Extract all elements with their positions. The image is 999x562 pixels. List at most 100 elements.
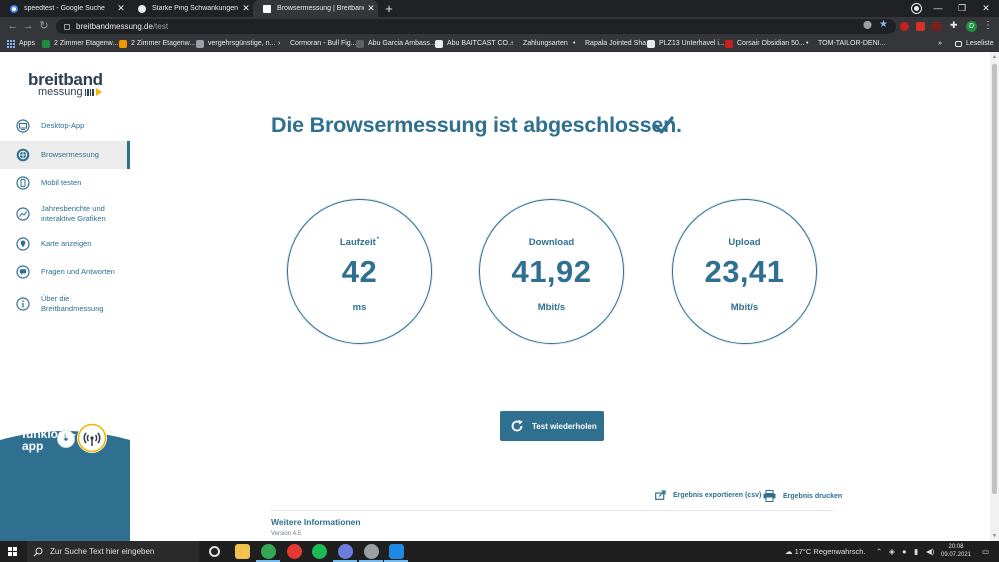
bookmark-item[interactable]: • Zahlungsarten [511, 36, 568, 51]
sidebar-item-ueber[interactable]: Über die Breitbandmessung [0, 289, 130, 319]
tab-title: Browsermessung | Breitbandmes [277, 5, 364, 12]
task-view-icon[interactable] [209, 546, 220, 557]
bookmark-label: Abu Garcia Ambass... [368, 40, 436, 47]
close-icon[interactable]: ✕ [239, 3, 253, 14]
reading-list-label: Leseliste [966, 40, 994, 47]
bookmark-label: TOM-TAILOR-DENI... [818, 40, 886, 47]
bookmarks-overflow-icon[interactable]: » [938, 36, 942, 51]
bookmark-item[interactable]: • TOM-TAILOR-DENI... [806, 36, 885, 51]
bookmark-favicon-icon: › [278, 39, 281, 47]
funkloch-app-text[interactable]: funkloch- app [22, 428, 76, 452]
weather-widget[interactable]: ☁ 17°C Regenwahrsch. [785, 541, 866, 562]
breitbandmessung-logo[interactable]: breitband messung [28, 70, 108, 98]
app-icon[interactable] [364, 544, 379, 559]
volume-icon[interactable]: ◀) [926, 541, 934, 562]
profile-icon[interactable] [912, 4, 921, 13]
window-close-icon[interactable]: ✕ [974, 0, 998, 17]
tray-icon[interactable]: ◈ [889, 541, 895, 562]
battery-icon[interactable]: ▮ [914, 541, 918, 562]
sidebar-item-browsermessung[interactable]: Browsermessung [0, 141, 130, 169]
desktop-icon [16, 119, 30, 133]
reading-list[interactable]: Leseliste [955, 36, 994, 51]
clock-date: 09.07.2021 [940, 552, 972, 558]
extension-dark-icon[interactable] [932, 22, 941, 31]
bookmark-label: vergehrsgünstige, n... [208, 40, 276, 47]
lock-icon [64, 23, 70, 30]
bookmark-item[interactable]: vergehrsgünstige, n... [196, 36, 275, 51]
bookmark-item[interactable]: 2 Zimmer Etagenw... [119, 36, 195, 51]
scroll-down-icon[interactable]: ▼ [990, 533, 999, 539]
info-icon [16, 297, 30, 311]
taskbar-clock[interactable]: 20:08 09.07.2021 [936, 543, 976, 559]
bookmark-apps[interactable]: Apps [7, 36, 35, 51]
tab-title: speedtest - Google Suche [24, 5, 105, 12]
bookmark-favicon-icon [647, 39, 655, 48]
bookmark-item[interactable]: • Rapala Jointed Sha... [573, 36, 652, 51]
footnote-marker: * [376, 237, 380, 243]
bookmarks-bar: Apps 2 Zimmer Etagenw... 2 Zimmer Etagen… [0, 36, 999, 52]
sidebar-item-jahresberichte[interactable]: Jahresberichte und interaktive Grafiken [0, 199, 130, 229]
sidebar-item-faq[interactable]: Fragen und Antworten [0, 259, 130, 285]
bookmark-item[interactable]: Abu BAITCAST CO... [435, 36, 514, 51]
print-link[interactable]: Ergebnis drucken [763, 490, 842, 502]
spotify-icon[interactable] [312, 544, 327, 559]
tray-chevron-icon[interactable]: ⌃ [876, 541, 882, 562]
reload-icon[interactable]: ↻ [37, 20, 51, 33]
extension-hh-icon[interactable] [916, 22, 925, 31]
url-input[interactable]: breitbandmessung.de/test [56, 19, 896, 34]
bookmark-item[interactable]: 2 Zimmer Etagenw... [42, 36, 118, 51]
signal-bars-icon [84, 88, 94, 96]
app-icon[interactable] [338, 544, 353, 559]
file-explorer-icon[interactable] [235, 544, 250, 559]
sidebar-item-karte[interactable]: Karte anzeigen [0, 231, 130, 257]
star-icon[interactable]: ★ [879, 19, 888, 30]
bookmark-favicon-icon [119, 39, 127, 48]
close-icon[interactable]: ✕ [114, 3, 128, 14]
chrome-icon[interactable] [261, 544, 276, 559]
notifications-icon[interactable]: ▭ [982, 541, 989, 562]
sidebar-item-label: Browsermessung [41, 150, 99, 159]
gauge-unit: ms [352, 302, 367, 313]
maximize-icon[interactable]: ❐ [950, 0, 974, 17]
new-tab-button[interactable]: + [383, 1, 395, 16]
export-csv-link[interactable]: Ergebnis exportieren (csv) [655, 490, 761, 500]
sidebar-item-label: Mobil testen [41, 178, 82, 187]
sidebar-item-mobil-testen[interactable]: Mobil testen [0, 170, 130, 196]
gauge-unit: Mbit/s [537, 302, 566, 313]
retest-button[interactable]: Test wiederholen [500, 411, 604, 441]
browser-tab-3[interactable]: Browsermessung | Breitbandmes ✕ [253, 0, 378, 17]
app-icon[interactable] [389, 544, 404, 559]
page-scrollbar[interactable]: ▲ ▼ [990, 52, 999, 541]
opera-icon[interactable] [287, 544, 302, 559]
scroll-up-icon[interactable]: ▲ [990, 54, 999, 60]
result-gauge-download: Download 41,92 Mbit/s [479, 199, 624, 344]
browser-tab-1[interactable]: speedtest - Google Suche ✕ [0, 0, 128, 17]
bookmark-item[interactable]: Abu Garcia Ambass... [356, 36, 436, 51]
close-icon[interactable]: ✕ [364, 3, 378, 14]
location-icon[interactable]: ⬤ [863, 20, 872, 29]
gauge-value: 42 [341, 254, 378, 289]
bookmark-item[interactable]: › Cormoran - Bull Fig... [278, 36, 357, 51]
windows-taskbar: Zur Suche Text hier eingeben ☁ 17°C Rege… [0, 541, 999, 562]
bookmark-favicon-icon: • [573, 39, 576, 47]
browser-tab-2[interactable]: Starke Ping Schwankungen und ✕ [128, 0, 253, 17]
forward-icon[interactable]: → [21, 20, 35, 33]
back-icon[interactable]: ← [6, 20, 20, 33]
funkloch-app-badge[interactable] [77, 423, 107, 453]
minimize-icon[interactable]: — [926, 0, 950, 17]
extension-red-icon[interactable] [900, 22, 909, 31]
microphone-icon[interactable]: ● [902, 541, 907, 562]
weather-text: 17°C Regenwahrsch. [794, 547, 866, 556]
bookmark-item[interactable]: PLZ13 Unterhavel i... [647, 36, 725, 51]
sidebar-item-desktop-app[interactable]: Desktop-App [0, 113, 130, 139]
menu-icon[interactable]: ⋮ [983, 20, 993, 31]
windows-start-icon[interactable] [8, 547, 17, 556]
browser-tab-bar: speedtest - Google Suche ✕ Starke Ping S… [0, 0, 999, 17]
avatar[interactable]: D [966, 21, 977, 32]
taskbar-search-input[interactable]: Zur Suche Text hier eingeben [27, 541, 199, 562]
scrollbar-thumb[interactable] [992, 64, 997, 494]
refresh-icon [511, 420, 523, 432]
bookmark-item[interactable]: Corsair Obsidian 50... [725, 36, 805, 51]
reading-list-icon [955, 40, 962, 47]
puzzle-icon[interactable]: ✚ [950, 20, 959, 30]
